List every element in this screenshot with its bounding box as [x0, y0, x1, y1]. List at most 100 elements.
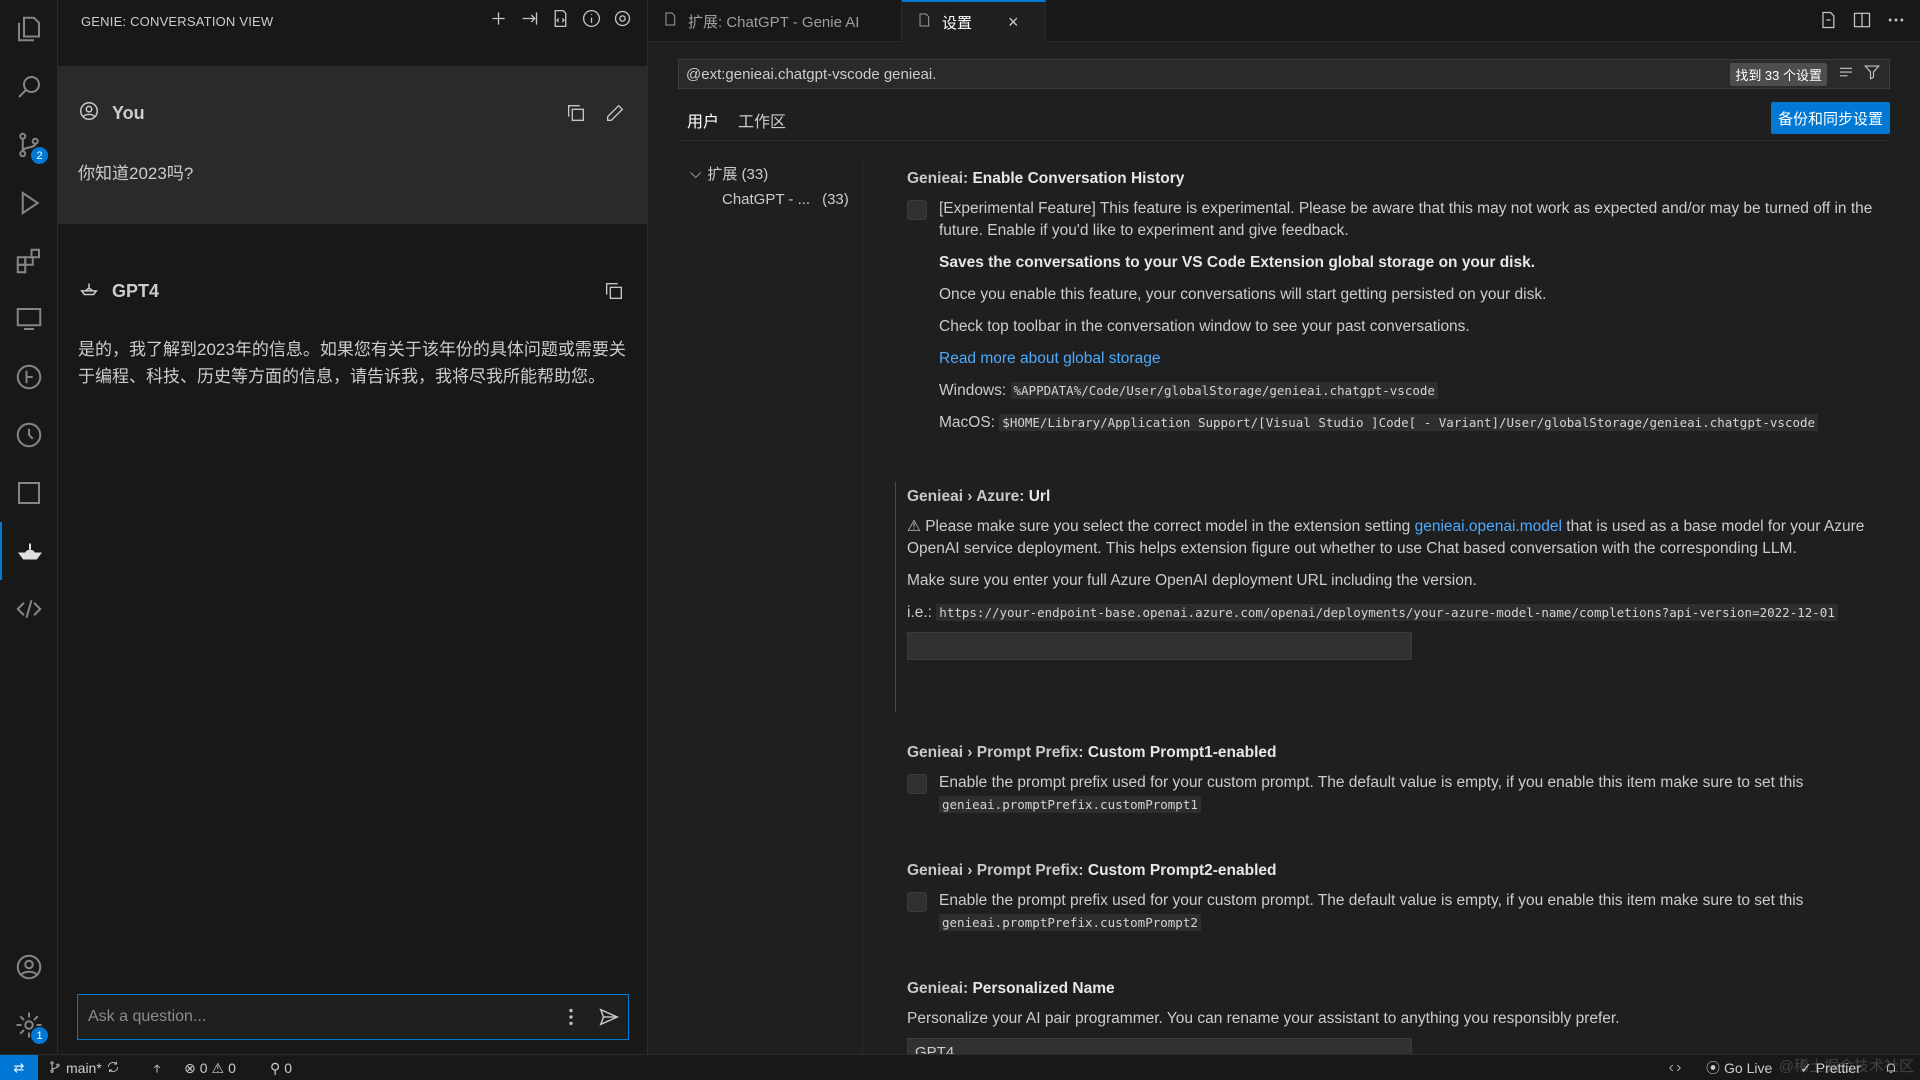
toc-item-count: (33) [822, 190, 849, 208]
sync-icon[interactable] [106, 1060, 120, 1077]
vscode-window: 2 1 GENIE: CONVERSATION VIEW You 你知道2023… [0, 0, 1920, 1080]
toc-item[interactable]: ChatGPT - ... (33) [678, 186, 858, 212]
error-icon: ⊗ [184, 1059, 196, 1076]
explorer-icon[interactable] [0, 0, 58, 58]
source-control-icon[interactable]: 2 [0, 116, 58, 174]
testing-icon[interactable] [0, 406, 58, 464]
go-live-label: Go Live [1724, 1060, 1773, 1076]
setting-description: ⚠ Please make sure you select the correc… [907, 518, 1865, 621]
settings-toc: ⌵ 扩展 (33) ChatGPT - ... (33) [678, 160, 858, 212]
copy-icon[interactable] [565, 102, 587, 124]
found-count-badge: 找到 33 个设置 [1730, 62, 1827, 86]
open-settings-json-icon[interactable] [1818, 10, 1838, 35]
copy-icon[interactable] [603, 280, 625, 302]
search-icon[interactable] [0, 58, 58, 116]
checkbox[interactable] [907, 200, 927, 220]
macos-path: $HOME/Library/Application Support/[Visua… [999, 414, 1819, 431]
git-branch-icon [48, 1060, 62, 1077]
backup-sync-button[interactable]: 备份和同步设置 [1770, 102, 1890, 134]
checkbox[interactable] [907, 774, 927, 794]
more-options-icon[interactable] [552, 995, 590, 1039]
timeline-icon[interactable] [0, 348, 58, 406]
setting-title: Genieai › Azure: Url [907, 488, 1051, 505]
divider [678, 140, 1890, 141]
export-icon[interactable] [519, 8, 540, 34]
example-url: https://your-endpoint-base.openai.azure.… [936, 604, 1838, 621]
file-icon [916, 12, 932, 32]
watermark: @稀土掘金技术社区 [1778, 1058, 1914, 1075]
remote-icon[interactable]: ⇄ [0, 1055, 38, 1080]
accounts-icon[interactable] [0, 938, 58, 996]
square-icon[interactable] [0, 464, 58, 522]
genie-lamp-icon[interactable] [0, 522, 58, 580]
extensions-icon[interactable] [0, 232, 58, 290]
bot-message-header: GPT4 [78, 278, 159, 305]
toc-group-label: 扩展 (33) [707, 165, 769, 183]
azure-url-input[interactable] [907, 632, 1412, 660]
file-icon [662, 11, 678, 31]
model-setting-link[interactable]: genieai.openai.model [1415, 518, 1562, 535]
tab-label: 设置 [942, 14, 973, 32]
toc-item-label: ChatGPT - ... [722, 190, 811, 208]
setting-personalized-name: Genieai: Personalized Name Personalize y… [907, 978, 1897, 1054]
ask-box [77, 994, 629, 1040]
close-icon[interactable]: × [1008, 12, 1019, 33]
filter-icon[interactable] [1863, 63, 1889, 86]
setting-title: Genieai: Enable Conversation History [907, 170, 1185, 187]
ports-indicator[interactable]: ⚲ 0 [270, 1055, 292, 1080]
checkbox[interactable] [907, 892, 927, 912]
tab-extension[interactable]: 扩展: ChatGPT - Genie AI [648, 0, 902, 42]
edit-icon[interactable] [604, 102, 626, 124]
setting-description: Personalize your AI pair programmer. You… [907, 1010, 1620, 1027]
setting-title: Genieai: Personalized Name [907, 980, 1115, 997]
panel-header: GENIE: CONVERSATION VIEW [58, 0, 647, 42]
problems-indicator[interactable]: ⊗ 0 ⚠ 0 [184, 1055, 236, 1080]
personalized-name-input[interactable] [907, 1038, 1412, 1054]
code-icon[interactable] [0, 580, 58, 638]
branch-name: main* [66, 1060, 102, 1076]
warning-count: 0 [228, 1060, 236, 1076]
split-editor-icon[interactable] [1852, 10, 1872, 35]
activity-bar: 2 1 [0, 0, 58, 1054]
branch-indicator[interactable]: main* [48, 1055, 120, 1080]
setting-custom-prompt2-enabled: Genieai › Prompt Prefix: Custom Prompt2-… [907, 860, 1897, 934]
tab-user[interactable]: 用户 [687, 108, 720, 141]
global-storage-link[interactable]: Read more about global storage [939, 350, 1160, 367]
bot-name: GPT4 [112, 281, 160, 301]
setting-azure-url: Genieai › Azure: Url ⚠ Please make sure … [895, 482, 1897, 712]
user-name: You [112, 103, 145, 123]
publish-icon[interactable] [150, 1055, 164, 1080]
tab-label: 扩展: ChatGPT - Genie AI [688, 13, 860, 31]
status-bar: ⇄ main* ⊗ 0 ⚠ 0 ⚲ 0 ⦿ Go Live ✓ Prettier @稀土掘… [0, 1054, 1920, 1080]
search-input[interactable]: @ext:genieai.chatgpt-vscode genieai. [679, 66, 1730, 83]
run-debug-icon[interactable] [0, 174, 58, 232]
settings-editor: @ext:genieai.chatgpt-vscode genieai. 找到 … [648, 42, 1920, 1054]
toc-group[interactable]: ⌵ 扩展 (33) [678, 160, 858, 186]
setting-description: [Experimental Feature] This feature is e… [939, 200, 1873, 431]
genie-conversation-panel: GENIE: CONVERSATION VIEW You 你知道2023吗? G… [58, 0, 648, 1054]
more-actions-icon[interactable] [1886, 10, 1906, 35]
accounts-badge: 1 [31, 1027, 48, 1044]
setting-enable-conversation-history: Genieai: Enable Conversation History [Ex… [907, 168, 1897, 444]
settings-gear-icon[interactable] [612, 8, 633, 34]
send-icon[interactable] [590, 995, 628, 1039]
broadcast-icon: ⦿ [1706, 1060, 1720, 1076]
code-icon[interactable] [1668, 1055, 1682, 1080]
editor-tab-bar: 扩展: ChatGPT - Genie AI 设置 × [648, 0, 1920, 42]
manage-gear-icon[interactable]: 1 [0, 996, 58, 1054]
setting-title: Genieai › Prompt Prefix: Custom Prompt1-… [907, 744, 1277, 761]
go-live-button[interactable]: ⦿ Go Live [1706, 1055, 1772, 1080]
ports-count: 0 [284, 1060, 293, 1076]
error-count: 0 [199, 1060, 208, 1076]
tab-settings[interactable]: 设置 × [902, 0, 1046, 42]
windows-path: %APPDATA%/Code/User/globalStorage/geniea… [1010, 382, 1438, 399]
history-icon[interactable] [550, 8, 571, 34]
tab-workspace[interactable]: 工作区 [738, 108, 786, 140]
ask-input[interactable] [78, 995, 552, 1039]
settings-search[interactable]: @ext:genieai.chatgpt-vscode genieai. 找到 … [678, 59, 1890, 89]
info-icon[interactable] [581, 8, 602, 34]
new-chat-icon[interactable] [488, 8, 509, 34]
bot-message-text: 是的，我了解到2023年的信息。如果您有关于该年份的具体问题或需要关于编程、科技… [78, 340, 626, 386]
clear-filter-icon[interactable] [1837, 63, 1863, 86]
remote-explorer-icon[interactable] [0, 290, 58, 348]
